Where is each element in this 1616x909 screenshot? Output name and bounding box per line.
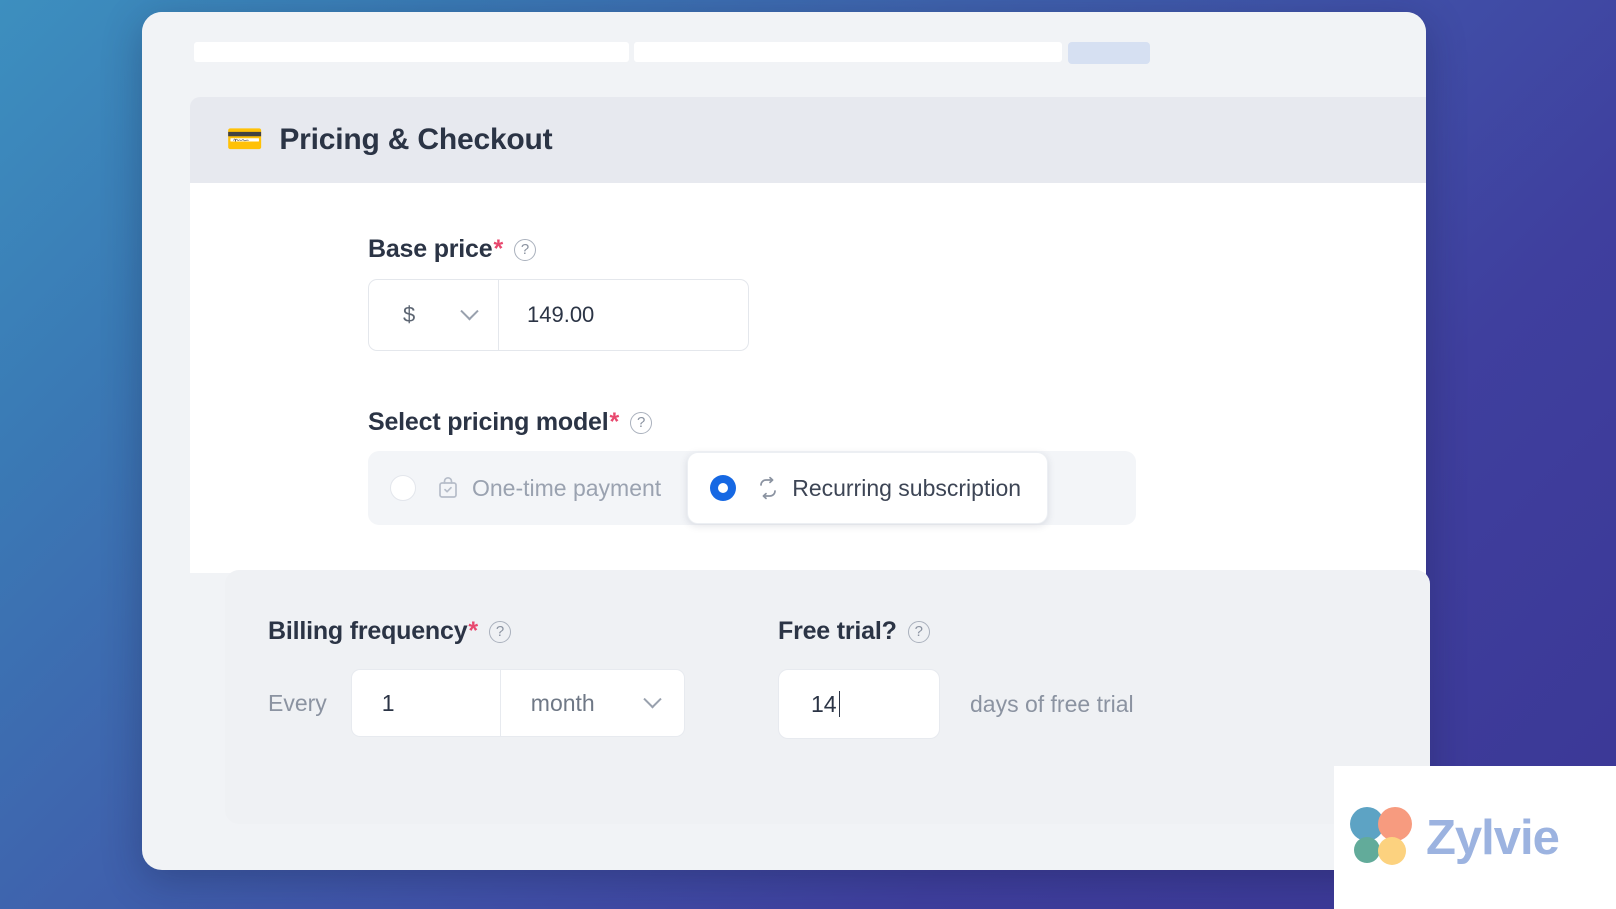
pricing-model-help-icon[interactable]: ? (630, 411, 653, 434)
free-trial-suffix-label: days of free trial (970, 690, 1134, 717)
billing-frequency-label: Billing frequency * ? (268, 617, 511, 646)
pricing-model-label: Select pricing model * ? (368, 408, 653, 437)
petal-green (1354, 836, 1380, 863)
free-trial-label-text: Free trial? (778, 617, 897, 645)
billing-interval-input[interactable]: 1 (350, 669, 501, 737)
base-price-help-icon[interactable]: ? (514, 238, 536, 261)
pricing-model-option-recurring[interactable]: Recurring subscription (687, 452, 1049, 524)
billing-frequency-help-icon[interactable]: ? (488, 620, 511, 643)
base-price-required-marker: * (493, 235, 503, 263)
subscription-settings-panel: Billing frequency * ? Every 1 month Free… (225, 570, 1430, 824)
truncated-button[interactable] (1068, 42, 1150, 64)
section-title: Pricing & Checkout (279, 123, 553, 156)
pricing-model-radio-group: One-time payment Recurring subscription (368, 451, 1136, 525)
truncated-field-right[interactable] (634, 42, 1062, 62)
credit-card-emoji-icon: 💳 (226, 123, 264, 156)
truncated-toolbar (142, 12, 1426, 90)
text-cursor (838, 691, 841, 717)
base-price-value: 149.00 (527, 302, 595, 327)
currency-select[interactable]: $ (368, 279, 499, 351)
base-price-label: Base price * ? (368, 235, 536, 264)
pricing-model-option-one-time[interactable]: One-time payment (368, 451, 687, 525)
radio-recurring[interactable] (710, 475, 737, 501)
pricing-model-required-marker: * (609, 408, 620, 436)
billing-unit-value: month (530, 689, 595, 716)
shopping-bag-check-icon (436, 476, 460, 500)
free-trial-days-value: 14 (811, 690, 837, 717)
petal-salmon (1378, 806, 1412, 841)
repeat-icon (756, 476, 780, 500)
section-header: 💳 Pricing & Checkout (190, 97, 1426, 183)
free-trial-label: Free trial? ? (778, 617, 930, 646)
zylvie-flower-logo-icon (1350, 806, 1412, 869)
chevron-down-icon (460, 301, 479, 320)
billing-frequency-required-marker: * (468, 617, 478, 645)
billing-interval-value: 1 (381, 689, 395, 716)
chevron-down-icon (643, 689, 662, 708)
base-price-input[interactable]: 149.00 (499, 279, 749, 351)
billing-unit-select[interactable]: month (500, 669, 685, 737)
free-trial-help-icon[interactable]: ? (907, 620, 930, 643)
billing-frequency-row: Every 1 month (268, 669, 685, 737)
petal-yellow (1378, 836, 1406, 865)
pricing-model-label-text: Select pricing model (368, 408, 609, 436)
section-body: Base price * ? $ 149.00 Select pricing m… (190, 183, 1426, 573)
radio-one-time[interactable] (390, 475, 416, 501)
billing-frequency-label-text: Billing frequency (268, 617, 468, 645)
free-trial-days-input[interactable]: 14 (778, 669, 940, 739)
base-price-row: $ 149.00 (368, 279, 749, 351)
currency-value: $ (403, 302, 416, 327)
pricing-model-option-recurring-label: Recurring subscription (792, 474, 1022, 501)
billing-every-label: Every (268, 689, 327, 716)
zylvie-brand-text: Zylvie (1426, 810, 1560, 865)
pricing-model-option-one-time-label: One-time payment (472, 474, 662, 501)
base-price-label-text: Base price (368, 235, 493, 263)
truncated-field-left[interactable] (194, 42, 629, 62)
free-trial-row: 14 days of free trial (778, 669, 1134, 739)
zylvie-watermark: Zylvie (1334, 766, 1616, 909)
